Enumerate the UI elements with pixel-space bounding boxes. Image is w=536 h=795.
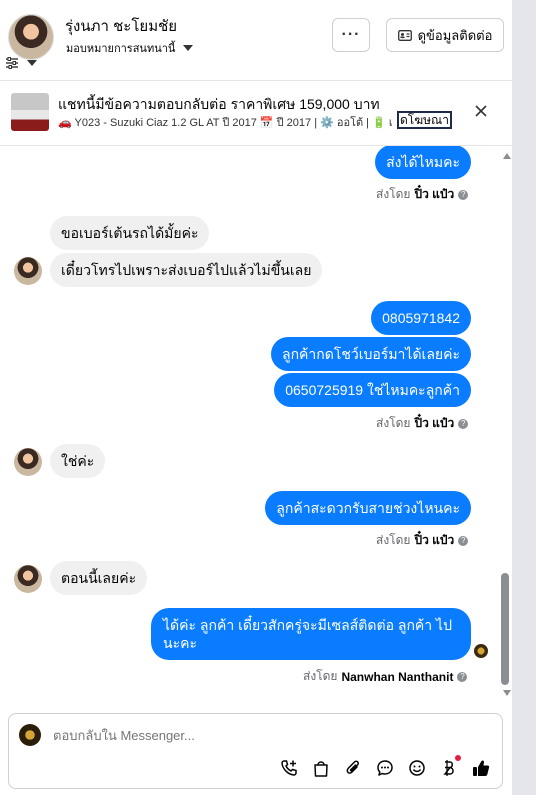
- contact-avatar-small: [14, 565, 42, 593]
- saved-replies-button[interactable]: [375, 758, 394, 777]
- message-text: ใช่ค่ะ: [61, 453, 95, 469]
- thumbs-up-icon: [472, 759, 489, 776]
- message-outgoing[interactable]: ส่งได้ไหมคะ: [375, 146, 471, 179]
- chevron-down-icon: [27, 60, 37, 66]
- help-icon[interactable]: ?: [458, 418, 469, 429]
- shop-button[interactable]: [311, 758, 330, 777]
- contact-avatar[interactable]: [8, 14, 54, 60]
- call-button[interactable]: [279, 758, 298, 777]
- right-edge-strip: [512, 0, 536, 795]
- contact-avatar-small: [14, 448, 42, 476]
- message-input[interactable]: [53, 728, 353, 743]
- help-icon[interactable]: ?: [458, 535, 469, 546]
- message-incoming[interactable]: ขอเบอร์เต้นรถได้มั้ยค่ะ: [50, 216, 210, 250]
- phone-plus-icon: [280, 759, 297, 776]
- page-avatar: [19, 724, 41, 746]
- shopping-bag-icon: [313, 760, 328, 777]
- contact-name[interactable]: รุ่งนภา ชะโยมชัย: [65, 14, 177, 38]
- paperclip-icon: [346, 760, 359, 774]
- view-ad-link[interactable]: ดโฆษณา: [397, 111, 452, 129]
- more-label: ···: [341, 26, 361, 43]
- message-thread: ส่งได้ไหมคะ ส่งโดย ปิ๋ว แป๋ว ? ขอเบอร์เต…: [0, 146, 512, 702]
- smiley-icon: [408, 759, 425, 776]
- message-outgoing[interactable]: ลูกค้ากดโชว์เบอร์มาได้เลยค่ะ: [270, 337, 471, 371]
- message-incoming[interactable]: ใช่ค่ะ: [50, 444, 106, 478]
- message-incoming[interactable]: ตอนนี้เลยค่ะ: [50, 561, 148, 595]
- sent-by-label: ส่งโดย Nanwhan Nanthanit ?: [303, 667, 468, 686]
- message-incoming[interactable]: เดี๋ยวโทรไปเพราะส่งเบอร์ไปแล้วไม่ขึ้นเลย: [50, 253, 323, 287]
- reply-composer: [8, 713, 503, 789]
- contact-info-label: ดูข้อมูลติดต่อ: [417, 27, 493, 43]
- contact-card-icon: [397, 29, 412, 41]
- message-text: นะคะ: [163, 635, 197, 651]
- scroll-down-arrow-icon[interactable]: [503, 690, 511, 696]
- composer-toolbar: [279, 755, 490, 777]
- chevron-down-icon: [183, 45, 194, 51]
- message-outgoing[interactable]: ลูกค้าสะดวกรับสายช่วงไหนคะ: [265, 491, 471, 525]
- assign-conversation-dropdown[interactable]: มอบหมายการสนทนานี้: [66, 39, 194, 57]
- baht-currency-icon: [442, 759, 454, 776]
- message-text: 0650725919 ใช่ไหมคะลูกค้า: [285, 382, 460, 398]
- sent-by-prefix: ส่งโดย: [376, 187, 411, 201]
- sent-by-prefix: ส่งโดย: [303, 669, 338, 683]
- sent-by-prefix: ส่งโดย: [376, 416, 411, 430]
- ad-reply-banner: แชทนี้มีข้อความตอบกลับต่อ ราคาพิเศษ 159,…: [0, 80, 512, 146]
- sent-by-label: ส่งโดย ปิ๋ว แป๋ว ?: [376, 531, 469, 550]
- attach-button[interactable]: [343, 758, 362, 777]
- message-outgoing[interactable]: ได้ค่ะ ลูกค้า เดี๋ยวสักครู่จะมีเซลส์ติดต…: [151, 608, 471, 660]
- conversation-header: รุ่งนภา ชะโยมชัย มอบหมายการสนทนานี้ ··· …: [0, 0, 512, 78]
- like-button[interactable]: [471, 758, 490, 777]
- message-text: ลูกค้ากดโชว์เบอร์มาได้เลยค่ะ: [281, 346, 460, 362]
- sent-by-label: ส่งโดย ปิ๋ว แป๋ว ?: [376, 414, 469, 433]
- sent-by-agent: Nanwhan Nanthanit: [341, 669, 454, 684]
- message-text: ขอเบอร์เต้นรถได้มั้ยค่ะ: [61, 225, 199, 241]
- payment-button[interactable]: [439, 755, 461, 777]
- view-contact-info-button[interactable]: ดูข้อมูลติดต่อ: [386, 18, 504, 52]
- help-icon[interactable]: ?: [457, 671, 468, 682]
- scrollbar[interactable]: [500, 148, 512, 702]
- message-outgoing[interactable]: 0805971842: [371, 301, 471, 335]
- message-outgoing[interactable]: 0650725919 ใช่ไหมคะลูกค้า: [274, 373, 471, 407]
- message-text: 0805971842: [382, 310, 460, 326]
- message-text: ตอนนี้เลยค่ะ: [61, 570, 137, 586]
- scroll-up-arrow-icon[interactable]: [503, 153, 511, 159]
- notification-dot: [455, 755, 461, 761]
- assign-label: มอบหมายการสนทนานี้: [66, 43, 176, 55]
- sliders-icon: [6, 57, 18, 69]
- ad-subtitle: 🚗 Y023 - Suzuki Ciaz 1.2 GL AT ปี 2017 📅…: [58, 117, 392, 129]
- more-options-button[interactable]: ···: [332, 18, 370, 52]
- sent-by-agent: ปิ๋ว แป๋ว: [414, 187, 455, 201]
- scrollbar-thumb[interactable]: [501, 573, 509, 685]
- emoji-button[interactable]: [407, 758, 426, 777]
- sent-by-agent: ปิ๋ว แป๋ว: [414, 416, 455, 430]
- agent-avatar-small: [474, 644, 488, 658]
- ad-car-thumbnail[interactable]: [11, 93, 49, 131]
- message-text: ลูกค้าสะดวกรับสายช่วงไหนคะ: [276, 500, 460, 516]
- sent-by-prefix: ส่งโดย: [376, 533, 411, 547]
- help-icon[interactable]: ?: [458, 189, 469, 200]
- message-text: ได้ค่ะ ลูกค้า เดี๋ยวสักครู่จะมีเซลส์ติดต…: [163, 617, 452, 633]
- sent-by-label: ส่งโดย ปิ๋ว แป๋ว ?: [376, 185, 469, 204]
- contact-avatar-small: [14, 257, 42, 285]
- sent-by-agent: ปิ๋ว แป๋ว: [414, 533, 455, 547]
- message-text: เดี๋ยวโทรไปเพราะส่งเบอร์ไปแล้วไม่ขึ้นเลย: [61, 262, 312, 278]
- message-text: ส่งได้ไหมคะ: [386, 154, 460, 170]
- filter-menu[interactable]: [5, 57, 37, 69]
- close-icon[interactable]: [474, 104, 488, 118]
- chat-bubble-icon: [376, 759, 393, 776]
